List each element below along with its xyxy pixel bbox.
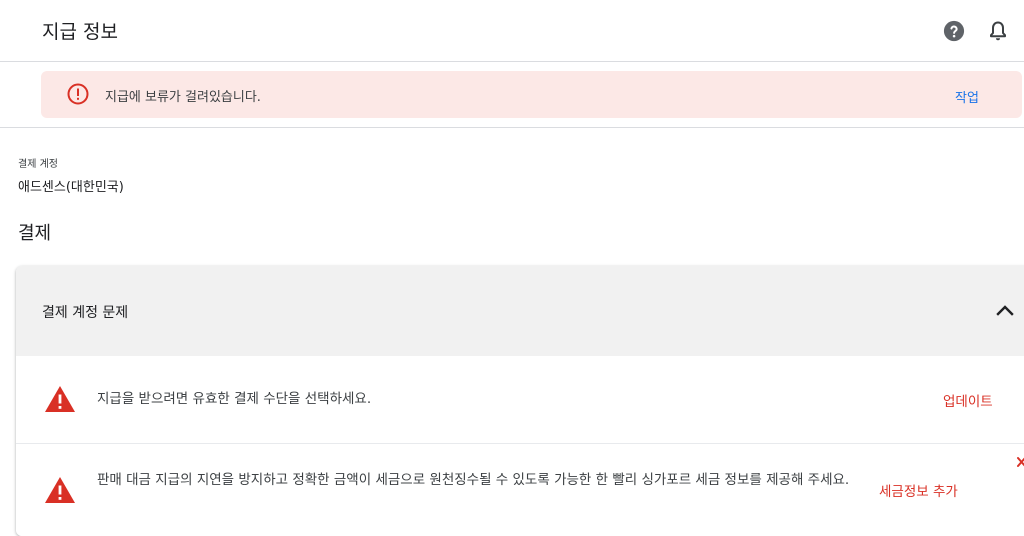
payment-account-value: 애드센스(대한민국) (18, 180, 124, 195)
help-icon[interactable] (943, 20, 965, 42)
warning-triangle-icon (45, 386, 75, 412)
bell-icon[interactable] (988, 20, 1008, 42)
issues-card-title: 결제 계정 문제 (42, 305, 129, 321)
issue-text: 지급을 받으려면 유효한 결제 수단을 선택하세요. (97, 391, 372, 407)
add-tax-info-link[interactable]: 세금정보 추가 (879, 480, 958, 500)
alert-message: 지급에 보류가 걸려있습니다. (105, 90, 261, 105)
page-title: 지급 정보 (42, 21, 118, 43)
issue-row-payment-method: 지급을 받으려면 유효한 결제 수단을 선택하세요. 업데이트 (16, 356, 1024, 444)
payment-account-label: 결제 계정 (18, 159, 58, 170)
alert-action-button[interactable]: 작업 (955, 87, 979, 106)
error-circle-icon (67, 83, 89, 105)
close-icon[interactable] (1016, 455, 1024, 469)
chevron-up-icon[interactable] (996, 303, 1014, 317)
top-header: 지급 정보 (0, 0, 1024, 62)
issue-text: 판매 대금 지급의 지연을 방지하고 정확한 금액이 세금으로 원천징수될 수 … (97, 472, 850, 488)
update-payment-method-link[interactable]: 업데이트 (943, 390, 993, 410)
payments-section-title: 결제 (18, 223, 52, 244)
issue-row-tax-info: 판매 대금 지급의 지연을 방지하고 정확한 금액이 세금으로 원천징수될 수 … (16, 445, 1024, 536)
warning-triangle-icon (45, 477, 75, 503)
divider (0, 127, 1024, 128)
issues-card-header[interactable]: 결제 계정 문제 (16, 266, 1024, 356)
payment-account-issues-card: 결제 계정 문제 지급을 받으려면 유효한 결제 수단을 선택하세요. 업데이트… (16, 266, 1024, 536)
payment-hold-alert: 지급에 보류가 걸려있습니다. 작업 (41, 71, 1022, 118)
